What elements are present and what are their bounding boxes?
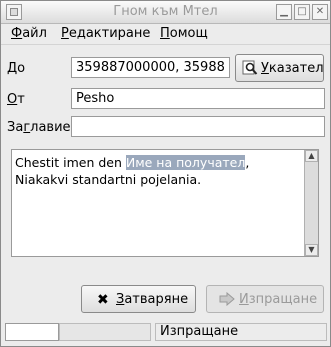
scroll-down-icon[interactable]: ▼ xyxy=(305,244,318,256)
message-line-1: Chestit imen den Име на получател, xyxy=(15,154,249,171)
send-button-mnemonic: И xyxy=(239,292,249,307)
close-icon[interactable]: ✕ xyxy=(312,4,328,20)
directory-button[interactable]: Указател xyxy=(235,54,324,82)
magnifier-icon xyxy=(242,60,258,76)
menu-edit[interactable]: Редактиране xyxy=(61,26,150,41)
app-window: Гном към Мтел ▁ □ ✕ Файл Редактиране Пом… xyxy=(0,0,331,347)
directory-button-mnemonic: У xyxy=(261,61,269,76)
message-line-1-suffix: , xyxy=(245,155,250,170)
menu-edit-mnemonic: Р xyxy=(61,26,69,41)
vertical-scrollbar[interactable]: ▲ ▼ xyxy=(304,150,318,256)
to-label-mnemonic: Д xyxy=(7,61,18,76)
progress-bar xyxy=(5,323,59,341)
message-line-1-prefix: Chestit imen den xyxy=(15,155,126,170)
scroll-up-icon[interactable]: ▲ xyxy=(305,150,318,162)
menu-file-mnemonic: Ф xyxy=(11,26,23,41)
from-input[interactable] xyxy=(71,88,325,109)
send-button[interactable]: Изпращане xyxy=(206,285,324,313)
to-label: До xyxy=(7,61,25,76)
message-line-2: Niakakvi standartni pojelania. xyxy=(15,172,202,187)
close-button-text: атваряне xyxy=(124,292,189,307)
from-label: От xyxy=(7,92,25,107)
minimize-icon[interactable]: ▁ xyxy=(276,4,292,20)
from-label-text: т xyxy=(17,92,25,107)
to-label-text: о xyxy=(17,61,26,76)
menu-bar: Файл Редактиране Помощ xyxy=(1,24,330,45)
menu-help-mnemonic: П xyxy=(160,26,170,41)
send-button-text: зпращане xyxy=(248,292,318,307)
close-button-label: Затваряне xyxy=(116,292,188,307)
close-x-icon: ✖ xyxy=(97,292,109,308)
message-text: Chestit imen den Име на получател, Niaka… xyxy=(15,154,249,188)
status-segment xyxy=(59,323,151,341)
menu-help[interactable]: Помощ xyxy=(160,26,208,41)
directory-button-label: Указател xyxy=(261,61,324,76)
menu-file-label: айл xyxy=(22,26,47,41)
from-label-mnemonic: О xyxy=(7,92,18,107)
title-bar[interactable]: Гном към Мтел ▁ □ ✕ xyxy=(1,1,330,24)
send-arrow-icon xyxy=(219,292,235,306)
status-bar: Изпращане xyxy=(1,321,330,345)
message-textarea[interactable]: Chestit imen den Име на получател, Niaka… xyxy=(11,149,319,257)
subject-label-prefix: За xyxy=(7,120,24,135)
to-input[interactable] xyxy=(71,57,230,78)
status-text: Изпращане xyxy=(155,323,327,341)
close-button[interactable]: ✖ Затваряне xyxy=(81,285,196,313)
menu-edit-label: едактиране xyxy=(68,26,151,41)
menu-file[interactable]: Файл xyxy=(11,26,47,41)
selected-text: Име на получател xyxy=(125,155,246,170)
subject-input[interactable] xyxy=(71,116,325,137)
directory-button-text: казател xyxy=(268,61,324,76)
menu-help-label: омощ xyxy=(169,26,208,41)
subject-label-text: лавие xyxy=(30,120,71,135)
send-button-label: Изпращане xyxy=(239,292,317,307)
subject-label: Заглавие xyxy=(7,120,71,135)
maximize-icon[interactable]: □ xyxy=(294,4,310,20)
